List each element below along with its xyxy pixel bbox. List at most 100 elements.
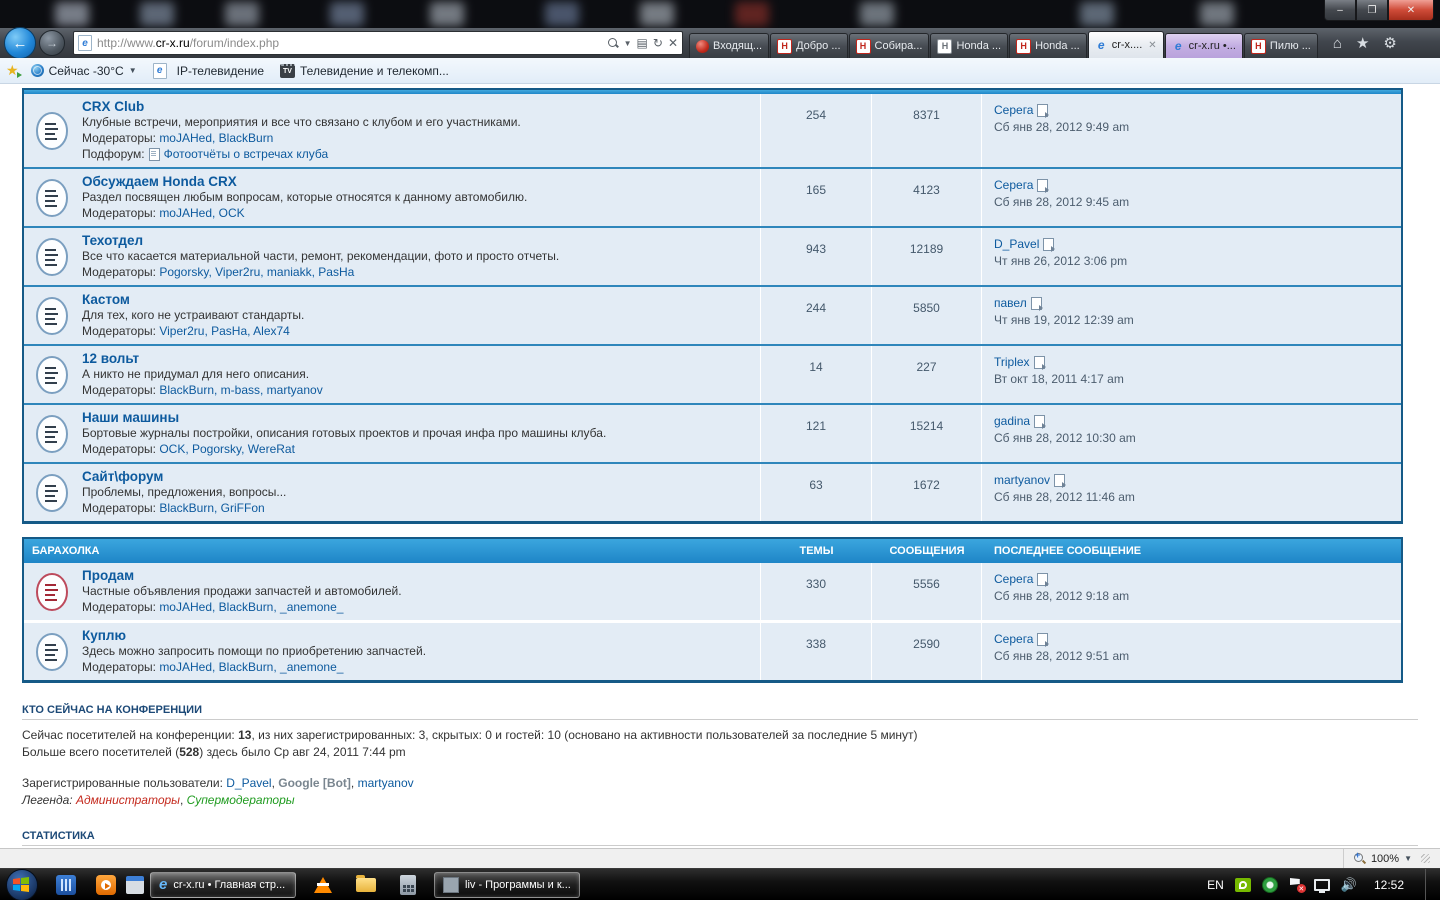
subforum-link[interactable]: Фотоотчёты о встречах клуба (164, 147, 329, 161)
home-icon[interactable]: ⌂ (1333, 35, 1342, 52)
favorite-item-tv[interactable]: TV Телевидение и телекомп... (274, 62, 455, 80)
browser-tab[interactable]: H Добро ... (770, 33, 847, 58)
antivirus-tray-icon[interactable] (1262, 877, 1278, 893)
tab-close-icon[interactable]: ✕ (1148, 40, 1156, 51)
zoom-control[interactable]: 100% ▼ (1343, 849, 1430, 868)
calculator-icon[interactable] (400, 875, 416, 895)
forum-title-link[interactable]: Сайт\форум (82, 469, 163, 484)
forum-title-link[interactable]: Кастом (82, 292, 130, 307)
refresh-icon[interactable]: ↻ (653, 36, 663, 50)
forum-title-link[interactable]: CRX Club (82, 99, 144, 114)
supermoderators-link[interactable]: Супермодераторы (187, 793, 295, 807)
moderator-links[interactable]: OCK, Pogorsky, WereRat (159, 442, 295, 456)
close-button[interactable]: ✕ (1388, 0, 1434, 21)
goto-last-post-icon[interactable] (1037, 104, 1048, 117)
app-icon (443, 877, 459, 893)
moderator-links[interactable]: moJAHed, BlackBurn, _anemone_ (159, 600, 343, 614)
moderators-label: Модераторы: (82, 501, 156, 515)
taskbar-button-liv[interactable]: liv - Программы и к... (434, 872, 580, 898)
moderator-links[interactable]: moJAHed, BlackBurn (159, 131, 273, 145)
start-button[interactable] (6, 869, 38, 900)
nvidia-tray-icon[interactable] (1235, 878, 1251, 892)
forum-title-link[interactable]: Техотдел (82, 233, 143, 248)
goto-last-post-icon[interactable] (1037, 573, 1048, 586)
language-indicator[interactable]: EN (1207, 878, 1224, 892)
stop-icon[interactable]: ✕ (668, 36, 678, 50)
back-button[interactable]: ← (4, 27, 36, 59)
favorite-item-weather[interactable]: Сейчас -30°C ▼ (25, 62, 143, 80)
search-icon[interactable] (608, 38, 619, 49)
last-post-user-link[interactable]: Серега (994, 632, 1033, 646)
last-post-user-link[interactable]: павел (994, 296, 1027, 310)
network-icon[interactable] (1314, 879, 1330, 891)
goto-last-post-icon[interactable] (1037, 179, 1048, 192)
browser-tab[interactable]: Входящ... (689, 33, 769, 58)
posts-count: 5556 (871, 563, 981, 620)
forum-title-link[interactable]: 12 вольт (82, 351, 139, 366)
forum-title-link[interactable]: Наши машины (82, 410, 179, 425)
goto-last-post-icon[interactable] (1054, 474, 1065, 487)
media-player-icon[interactable] (96, 875, 116, 895)
taskbar-button-browser[interactable]: e cr-x.ru • Главная стр... (150, 872, 296, 898)
favorites-star-icon[interactable]: ★ (1356, 34, 1369, 52)
action-center-icon[interactable] (1289, 877, 1303, 892)
last-post-user-link[interactable]: gadina (994, 414, 1030, 428)
posts-count: 8371 (871, 94, 981, 167)
last-post-user-link[interactable]: Серега (994, 103, 1033, 117)
forum-title-link[interactable]: Обсуждаем Honda CRX (82, 174, 237, 189)
moderator-links[interactable]: moJAHed, BlackBurn, _anemone_ (159, 660, 343, 674)
resize-grip[interactable] (1421, 854, 1430, 863)
zoom-dropdown-icon[interactable]: ▼ (1404, 854, 1412, 863)
goto-last-post-icon[interactable] (1034, 415, 1045, 428)
last-post-user-link[interactable]: Triplex (994, 355, 1030, 369)
goto-last-post-icon[interactable] (1043, 238, 1054, 251)
compatibility-icon[interactable]: ▤ (637, 36, 648, 50)
taskbar-clock[interactable]: 12:52 (1374, 878, 1404, 892)
last-post-user-link[interactable]: Серега (994, 178, 1033, 192)
user-link[interactable]: martyanov (358, 776, 414, 790)
user-link[interactable]: D_Pavel (226, 776, 271, 790)
moderator-links[interactable]: BlackBurn, GriFFon (159, 501, 264, 515)
favorite-item-iptv[interactable]: e IP-телевидение (147, 61, 270, 81)
browser-tab[interactable]: H Honda ... (930, 33, 1008, 58)
forum-title-link[interactable]: Продам (82, 568, 134, 583)
pinned-app-icon[interactable] (56, 875, 76, 895)
settings-gear-icon[interactable]: ⚙ (1383, 34, 1396, 52)
moderator-links[interactable]: Pogorsky, Viper2ru, maniakk, PasHa (159, 265, 354, 279)
browser-tab[interactable]: e cr-x.... ✕ (1088, 31, 1164, 58)
add-favorite-icon[interactable]: ★ (6, 62, 19, 79)
goto-last-post-icon[interactable] (1037, 633, 1048, 646)
zoom-level: 100% (1371, 853, 1399, 865)
moderator-links[interactable]: BlackBurn, m-bass, martyanov (159, 383, 322, 397)
moderator-links[interactable]: moJAHed, OCK (159, 206, 244, 220)
address-bar[interactable]: e http://www.cr-x.ru/forum/index.php ▼ ▤… (73, 31, 683, 55)
chevron-down-icon[interactable]: ▼ (129, 66, 137, 75)
folder-icon[interactable] (356, 878, 376, 892)
moderator-links[interactable]: Viper2ru, PasHa, Alex74 (159, 324, 290, 338)
last-post-user-link[interactable]: martyanov (994, 473, 1050, 487)
url-text[interactable]: http://www.cr-x.ru/forum/index.php (97, 36, 608, 50)
browser-tab[interactable]: H Honda ... (1009, 33, 1087, 58)
goto-last-post-icon[interactable] (1031, 297, 1042, 310)
whos-online-body: Сейчас посетителей на конференции: 13, и… (22, 727, 1425, 809)
forum-title-link[interactable]: Куплю (82, 628, 126, 643)
last-post-user-link[interactable]: D_Pavel (994, 237, 1039, 251)
posts-count: 227 (871, 346, 981, 403)
restore-button[interactable]: ❐ (1356, 0, 1388, 21)
category-title: БАРАХОЛКА (24, 545, 761, 557)
last-post-user-link[interactable]: Серега (994, 572, 1033, 586)
forward-button[interactable]: → (39, 30, 65, 56)
forum-info-cell: 12 вольт А никто не придумал для него оп… (80, 346, 760, 403)
browser-tab[interactable]: H Пилю ... (1244, 33, 1318, 58)
show-desktop-button[interactable] (1425, 869, 1434, 900)
administrators-link[interactable]: Администраторы (76, 793, 180, 807)
goto-last-post-icon[interactable] (1034, 356, 1045, 369)
pinned-window-icon[interactable] (126, 876, 144, 894)
volume-icon[interactable]: 🔊 (1341, 877, 1357, 893)
last-post-cell: Серега Сб янв 28, 2012 9:51 am (981, 623, 1401, 680)
browser-tab[interactable]: e cr-x.ru •... (1165, 33, 1243, 58)
browser-tab[interactable]: H Собира... (849, 33, 930, 58)
search-dropdown-icon[interactable]: ▼ (624, 39, 632, 48)
vlc-icon[interactable] (314, 877, 332, 893)
minimize-button[interactable]: – (1324, 0, 1356, 21)
